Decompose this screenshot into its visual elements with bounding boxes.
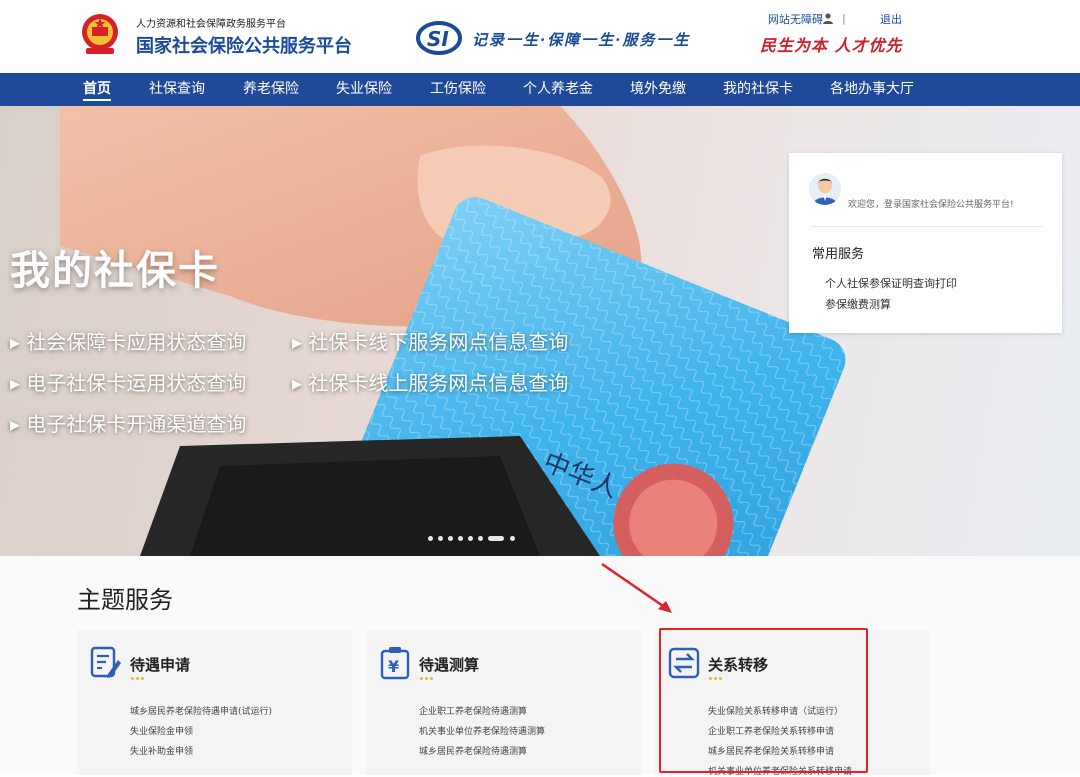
nav-item-my-card[interactable]: 我的社保卡 xyxy=(723,73,793,106)
card-divider xyxy=(811,226,1042,227)
site-title[interactable]: 国家社会保险公共服务平台 xyxy=(136,32,352,58)
org-subtitle: 人力资源和社会保障政务服务平台 xyxy=(136,19,286,30)
nav-item-overseas-exemption[interactable]: 境外免缴 xyxy=(630,73,686,106)
carousel-dot[interactable] xyxy=(428,536,433,541)
nav-item-home[interactable]: 首页 xyxy=(83,73,111,106)
carousel-dot[interactable] xyxy=(448,536,453,541)
nav-item-unemployment[interactable]: 失业保险 xyxy=(336,73,392,106)
service-link-certificate[interactable]: 个人社保参保证明查询打印 xyxy=(825,275,957,291)
nav-item-local-halls[interactable]: 各地办事大厅 xyxy=(830,73,914,106)
card-link[interactable]: 失业保险金申领 xyxy=(130,724,193,737)
banner-link-ecard-channels[interactable]: ▸ 电子社保卡开通渠道查询 xyxy=(10,408,246,437)
theme-services-section: 主题服务 待遇申请 城乡居民养老保险待遇申请(试运行) 失业保险金申领 失业补助… xyxy=(0,556,1080,777)
hero-banner[interactable]: 社会 中华人 我的社保卡 ▸ 社会保障卡应用状态查询 ▸ 社保卡线下服务网点信息… xyxy=(0,106,1080,556)
header-separator: | xyxy=(842,12,846,25)
carousel-dot[interactable] xyxy=(458,536,463,541)
title-dots xyxy=(419,677,435,680)
svg-text:¥: ¥ xyxy=(388,657,399,676)
banner-link-offline-service[interactable]: ▸ 社保卡线下服务网点信息查询 xyxy=(292,326,568,355)
card-link[interactable]: 机关事业单位养老保险待遇测算 xyxy=(419,724,545,737)
section-title: 主题服务 xyxy=(77,586,173,614)
card-title[interactable]: 待遇测算 xyxy=(419,654,479,675)
banner-link-card-status[interactable]: ▸ 社会保障卡应用状态查询 xyxy=(10,326,246,355)
accessibility-link[interactable]: 网站无障碍 xyxy=(768,11,823,27)
card-link[interactable]: 失业补助金申领 xyxy=(130,744,193,757)
annotation-highlight-box xyxy=(659,628,868,773)
carousel-dot[interactable] xyxy=(468,536,473,541)
avatar-user-icon xyxy=(813,178,837,205)
nav-item-injury[interactable]: 工伤保险 xyxy=(430,73,486,106)
service-link-contribution-calc[interactable]: 参保缴费测算 xyxy=(825,296,891,312)
common-services-title: 常用服务 xyxy=(812,247,865,262)
card-link[interactable]: 城乡居民养老保险待遇测算 xyxy=(419,744,527,757)
banner-link-online-service[interactable]: ▸ 社保卡线上服务网点信息查询 xyxy=(292,367,568,396)
theme-card-benefit-application: 待遇申请 城乡居民养老保险待遇申请(试运行) 失业保险金申领 失业补助金申领 xyxy=(77,630,352,775)
title-dots xyxy=(130,677,146,680)
nav-item-personal-pension[interactable]: 个人养老金 xyxy=(523,73,593,106)
form-icon xyxy=(90,646,121,678)
card-link[interactable]: 城乡居民养老保险待遇申请(试运行) xyxy=(130,704,272,717)
card-title[interactable]: 待遇申请 xyxy=(130,654,190,675)
avatar[interactable] xyxy=(809,173,841,205)
slogan-left: 记录一生·保障一生·服务一生 xyxy=(472,31,691,49)
site-header: 人力资源和社会保障政务服务平台 国家社会保险公共服务平台 SI 记录一生·保障一… xyxy=(0,0,1080,73)
yuan-clipboard-icon: ¥ xyxy=(380,647,410,680)
carousel-dot-active[interactable] xyxy=(488,536,504,541)
nav-item-query[interactable]: 社保查询 xyxy=(149,73,205,106)
carousel-dot[interactable] xyxy=(478,536,483,541)
carousel-dot[interactable] xyxy=(510,536,515,541)
main-nav: 首页 社保查询 养老保险 失业保险 工伤保险 个人养老金 境外免缴 我的社保卡 … xyxy=(0,73,1080,106)
welcome-text: 欢迎您，登录国家社会保险公共服务平台! xyxy=(848,200,1014,210)
nav-item-pension[interactable]: 养老保险 xyxy=(243,73,299,106)
national-emblem-icon xyxy=(82,14,118,54)
user-icon[interactable] xyxy=(822,12,834,24)
carousel-dot[interactable] xyxy=(438,536,443,541)
si-logo-icon: SI xyxy=(416,21,462,55)
slogan-right: 民生为本 人才优先 xyxy=(760,36,903,55)
banner-link-ecard-status[interactable]: ▸ 电子社保卡运用状态查询 xyxy=(10,367,246,396)
login-card: 欢迎您，登录国家社会保险公共服务平台! 常用服务 个人社保参保证明查询打印 参保… xyxy=(789,153,1062,333)
svg-text:SI: SI xyxy=(427,27,449,51)
card-link[interactable]: 企业职工养老保险待遇测算 xyxy=(419,704,527,717)
banner-title: 我的社保卡 xyxy=(10,248,220,294)
theme-card-benefit-calculation: ¥ 待遇测算 企业职工养老保险待遇测算 机关事业单位养老保险待遇测算 城乡居民养… xyxy=(366,630,641,775)
logout-link[interactable]: 退出 xyxy=(880,11,902,27)
annotation-arrow-icon xyxy=(601,562,672,613)
